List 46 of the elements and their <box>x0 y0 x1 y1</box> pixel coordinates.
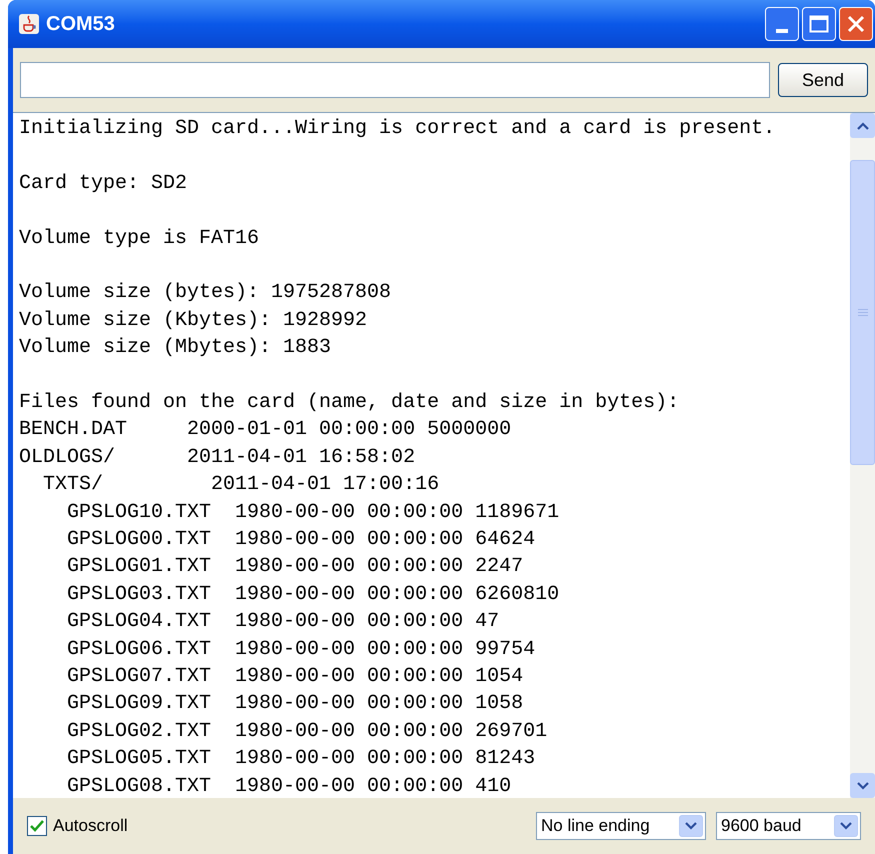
scroll-down-button[interactable] <box>850 773 875 798</box>
output-line: Card type: SD2 <box>19 170 188 197</box>
chevron-down-icon <box>685 822 697 830</box>
chevron-down-icon <box>856 782 868 790</box>
output-line: TXTS/ 2011-04-01 17:00:16 <box>42 472 440 498</box>
output-line: GPSLOG05.TXT 1980-00-00 00:00:00 81243 <box>66 746 536 772</box>
output-line: GPSLOG04.TXT 1980-00-00 00:00:00 47 <box>66 609 500 636</box>
maximize-button[interactable] <box>802 7 836 41</box>
autoscroll-checkbox[interactable] <box>27 816 47 836</box>
dropdown-arrow-button[interactable] <box>679 815 703 837</box>
dropdown-arrow-button[interactable] <box>834 815 858 837</box>
output-line: Volume size (Mbytes): 1883 <box>19 335 332 362</box>
minimize-icon <box>776 29 788 33</box>
output-line: GPSLOG00.TXT 1980-00-00 00:00:00 64624 <box>66 527 536 554</box>
coffee-cup-icon <box>18 13 40 35</box>
output-line: Files found on the card (name, date and size in bytes): <box>19 390 680 416</box>
output-line: GPSLOG10.TXT 1980-00-00 00:00:00 1189671 <box>66 500 560 526</box>
grip-icon <box>858 309 868 316</box>
maximize-icon <box>809 15 829 33</box>
scrollbar-thumb[interactable] <box>850 160 875 465</box>
output-line: GPSLOG07.TXT 1980-00-00 00:00:00 1054 <box>66 664 524 690</box>
output-line: BENCH.DAT 2000-01-01 00:00:00 5000000 <box>19 417 512 444</box>
output-line: GPSLOG01.TXT 1980-00-00 00:00:00 2247 <box>66 554 524 580</box>
message-input-field[interactable] <box>20 62 770 98</box>
minimize-button[interactable] <box>765 7 799 41</box>
line-ending-dropdown[interactable]: No line ending <box>536 812 706 840</box>
close-icon <box>847 15 865 33</box>
output-line: GPSLOG02.TXT 1980-00-00 00:00:00 269701 <box>66 718 548 745</box>
output-line: GPSLOG06.TXT 1980-00-00 00:00:00 99754 <box>66 636 536 663</box>
check-icon <box>30 820 44 832</box>
chevron-down-icon <box>840 822 852 830</box>
output-line: Volume type is FAT16 <box>19 226 260 252</box>
chevron-up-icon <box>856 122 868 130</box>
output-line: Volume size (bytes): 1975287808 <box>19 280 392 306</box>
output-line: Volume size (Kbytes): 1928992 <box>19 308 368 334</box>
send-button[interactable]: Send <box>778 63 868 97</box>
output-line: OLDLOGS/ 2011-04-01 16:58:02 <box>19 444 416 471</box>
output-line: GPSLOG08.TXT 1980-00-00 00:00:00 410 <box>66 774 512 800</box>
output-line: Initializing SD card...Wiring is correct and a card is present. <box>19 116 776 142</box>
autoscroll-label: Autoscroll <box>53 815 128 838</box>
close-button[interactable] <box>839 7 873 41</box>
scroll-up-button[interactable] <box>850 113 875 138</box>
output-line: GPSLOG09.TXT 1980-00-00 00:00:00 1058 <box>66 691 524 718</box>
window-title: COM53 <box>46 12 115 37</box>
output-line: GPSLOG03.TXT 1980-00-00 00:00:00 6260810 <box>66 582 560 608</box>
baud-rate-dropdown[interactable]: 9600 baud <box>716 812 861 840</box>
